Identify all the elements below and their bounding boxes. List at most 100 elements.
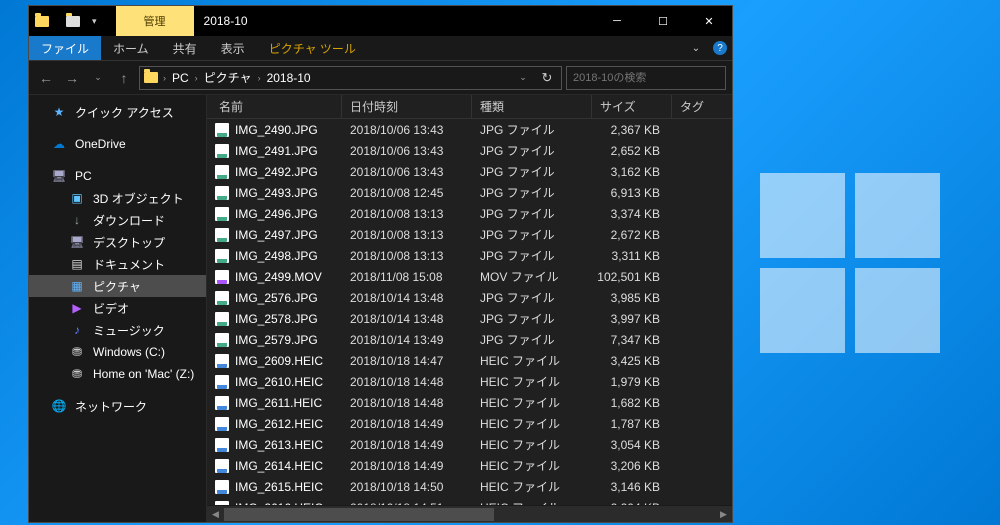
scroll-left-icon[interactable]: ◀ (207, 506, 224, 523)
help-button[interactable]: ? (708, 36, 732, 60)
address-dropdown-icon[interactable]: ⌄ (513, 72, 533, 83)
file-name: IMG_2614.HEIC (235, 459, 323, 473)
file-row[interactable]: IMG_2579.JPG2018/10/14 13:49JPG ファイル7,34… (207, 329, 732, 350)
tab-file[interactable]: ファイル (29, 36, 101, 60)
chevron-right-icon[interactable]: › (257, 73, 262, 83)
file-name: IMG_2613.HEIC (235, 438, 323, 452)
sidebar-item-vid[interactable]: ▶ビデオ (29, 297, 206, 319)
file-row[interactable]: IMG_2492.JPG2018/10/06 13:43JPG ファイル3,16… (207, 161, 732, 182)
file-type: HEIC ファイル (472, 457, 592, 474)
file-row[interactable]: IMG_2499.MOV2018/11/08 15:08MOV ファイル102,… (207, 266, 732, 287)
sidebar-item-pc[interactable]: 🖥デスクトップ (29, 231, 206, 253)
titlebar[interactable]: ▾ 管理 2018-10 ─ ☐ ✕ (29, 6, 732, 36)
file-name: IMG_2498.JPG (235, 249, 318, 263)
tab-home[interactable]: ホーム (101, 36, 161, 60)
file-row[interactable]: IMG_2490.JPG2018/10/06 13:43JPG ファイル2,36… (207, 119, 732, 140)
window-title: 2018-10 (194, 6, 594, 36)
sidebar-item-drv[interactable]: ⛃Windows (C:) (29, 341, 206, 363)
sidebar-quick-access[interactable]: ★ クイック アクセス (29, 101, 206, 123)
file-row[interactable]: IMG_2578.JPG2018/10/14 13:48JPG ファイル3,99… (207, 308, 732, 329)
column-tag[interactable]: タグ (672, 95, 732, 118)
file-date: 2018/10/18 14:48 (342, 396, 472, 410)
file-list[interactable]: IMG_2490.JPG2018/10/06 13:43JPG ファイル2,36… (207, 119, 732, 505)
properties-icon[interactable] (64, 12, 82, 30)
sidebar-item-doc[interactable]: ▤ドキュメント (29, 253, 206, 275)
file-row[interactable]: IMG_2491.JPG2018/10/06 13:43JPG ファイル2,65… (207, 140, 732, 161)
search-box[interactable] (566, 66, 726, 90)
close-button[interactable]: ✕ (686, 6, 732, 36)
qat-dropdown-icon[interactable]: ▾ (86, 16, 103, 27)
sidebar-pc[interactable]: 🖥 PC (29, 165, 206, 187)
search-input[interactable] (573, 72, 719, 84)
file-icon (215, 354, 229, 368)
scroll-track[interactable] (224, 506, 715, 522)
column-type[interactable]: 種類 (472, 95, 592, 118)
file-row[interactable]: IMG_2576.JPG2018/10/14 13:48JPG ファイル3,98… (207, 287, 732, 308)
file-row[interactable]: IMG_2609.HEIC2018/10/18 14:47HEIC ファイル3,… (207, 350, 732, 371)
file-size: 3,425 KB (592, 354, 672, 368)
breadcrumb-pictures[interactable]: ピクチャ (201, 69, 255, 86)
file-row[interactable]: IMG_2612.HEIC2018/10/18 14:49HEIC ファイル1,… (207, 413, 732, 434)
sidebar-item-3d[interactable]: ▣3D オブジェクト (29, 187, 206, 209)
file-name: IMG_2490.JPG (235, 123, 318, 137)
file-name: IMG_2491.JPG (235, 144, 318, 158)
sidebar-item-drv[interactable]: ⛃Home on 'Mac' (Z:) (29, 363, 206, 385)
address-bar[interactable]: › PC › ピクチャ › 2018-10 ⌄ ↻ (139, 66, 562, 90)
minimize-button[interactable]: ─ (594, 6, 640, 36)
file-row[interactable]: IMG_2613.HEIC2018/10/18 14:49HEIC ファイル3,… (207, 434, 732, 455)
column-name[interactable]: 名前 (207, 95, 342, 118)
file-row[interactable]: IMG_2497.JPG2018/10/08 13:13JPG ファイル2,67… (207, 224, 732, 245)
file-size: 1,682 KB (592, 396, 672, 410)
nav-up-icon[interactable]: ↑ (113, 67, 135, 89)
breadcrumb-pc[interactable]: PC (169, 71, 192, 85)
file-date: 2018/10/06 13:43 (342, 123, 472, 137)
file-size: 3,054 KB (592, 438, 672, 452)
folder-icon (33, 12, 51, 30)
column-date[interactable]: 日付時刻 (342, 95, 472, 118)
sidebar-item-dl[interactable]: ↓ダウンロード (29, 209, 206, 231)
file-icon (215, 459, 229, 473)
file-icon (215, 291, 229, 305)
tab-share[interactable]: 共有 (161, 36, 209, 60)
file-row[interactable]: IMG_2615.HEIC2018/10/18 14:50HEIC ファイル3,… (207, 476, 732, 497)
sidebar-item-label: ダウンロード (93, 212, 165, 229)
file-row[interactable]: IMG_2498.JPG2018/10/08 13:13JPG ファイル3,31… (207, 245, 732, 266)
file-row[interactable]: IMG_2496.JPG2018/10/08 13:13JPG ファイル3,37… (207, 203, 732, 224)
file-type: JPG ファイル (472, 142, 592, 159)
file-row[interactable]: IMG_2493.JPG2018/10/08 12:45JPG ファイル6,91… (207, 182, 732, 203)
file-date: 2018/10/18 14:48 (342, 375, 472, 389)
file-row[interactable]: IMG_2616.HEIC2018/10/18 14:51HEIC ファイル2,… (207, 497, 732, 505)
tab-view[interactable]: 表示 (209, 36, 257, 60)
scroll-thumb[interactable] (224, 508, 494, 521)
column-headers: 名前 日付時刻 種類 サイズ タグ (207, 95, 732, 119)
sidebar-item-pic[interactable]: ▦ピクチャ (29, 275, 206, 297)
file-date: 2018/10/18 14:49 (342, 417, 472, 431)
breadcrumb-folder[interactable]: 2018-10 (264, 71, 314, 85)
file-icon (215, 270, 229, 284)
file-row[interactable]: IMG_2610.HEIC2018/10/18 14:48HEIC ファイル1,… (207, 371, 732, 392)
maximize-button[interactable]: ☐ (640, 6, 686, 36)
nav-history-icon[interactable]: ⌄ (87, 67, 109, 89)
sidebar-item-label: PC (75, 169, 92, 183)
nav-forward-icon[interactable]: → (61, 67, 83, 89)
chevron-right-icon[interactable]: › (194, 73, 199, 83)
chevron-right-icon[interactable]: › (162, 73, 167, 83)
sidebar-item-mus[interactable]: ♪ミュージック (29, 319, 206, 341)
file-type: HEIC ファイル (472, 373, 592, 390)
file-row[interactable]: IMG_2614.HEIC2018/10/18 14:49HEIC ファイル3,… (207, 455, 732, 476)
file-row[interactable]: IMG_2611.HEIC2018/10/18 14:48HEIC ファイル1,… (207, 392, 732, 413)
pc-icon: 🖥 (69, 234, 85, 250)
file-type: JPG ファイル (472, 331, 592, 348)
column-size[interactable]: サイズ (592, 95, 672, 118)
sidebar-network[interactable]: 🌐 ネットワーク (29, 395, 206, 417)
sidebar-item-label: Windows (C:) (93, 345, 165, 359)
scroll-right-icon[interactable]: ▶ (715, 506, 732, 523)
horizontal-scrollbar[interactable]: ◀ ▶ (207, 505, 732, 522)
tab-picture-tools[interactable]: ピクチャ ツール (257, 36, 368, 60)
ribbon-expand-icon[interactable]: ⌄ (684, 36, 708, 60)
nav-back-icon[interactable]: ← (35, 67, 57, 89)
file-date: 2018/10/14 13:48 (342, 312, 472, 326)
file-size: 3,146 KB (592, 480, 672, 494)
sidebar-onedrive[interactable]: ☁ OneDrive (29, 133, 206, 155)
refresh-icon[interactable]: ↻ (535, 70, 559, 86)
